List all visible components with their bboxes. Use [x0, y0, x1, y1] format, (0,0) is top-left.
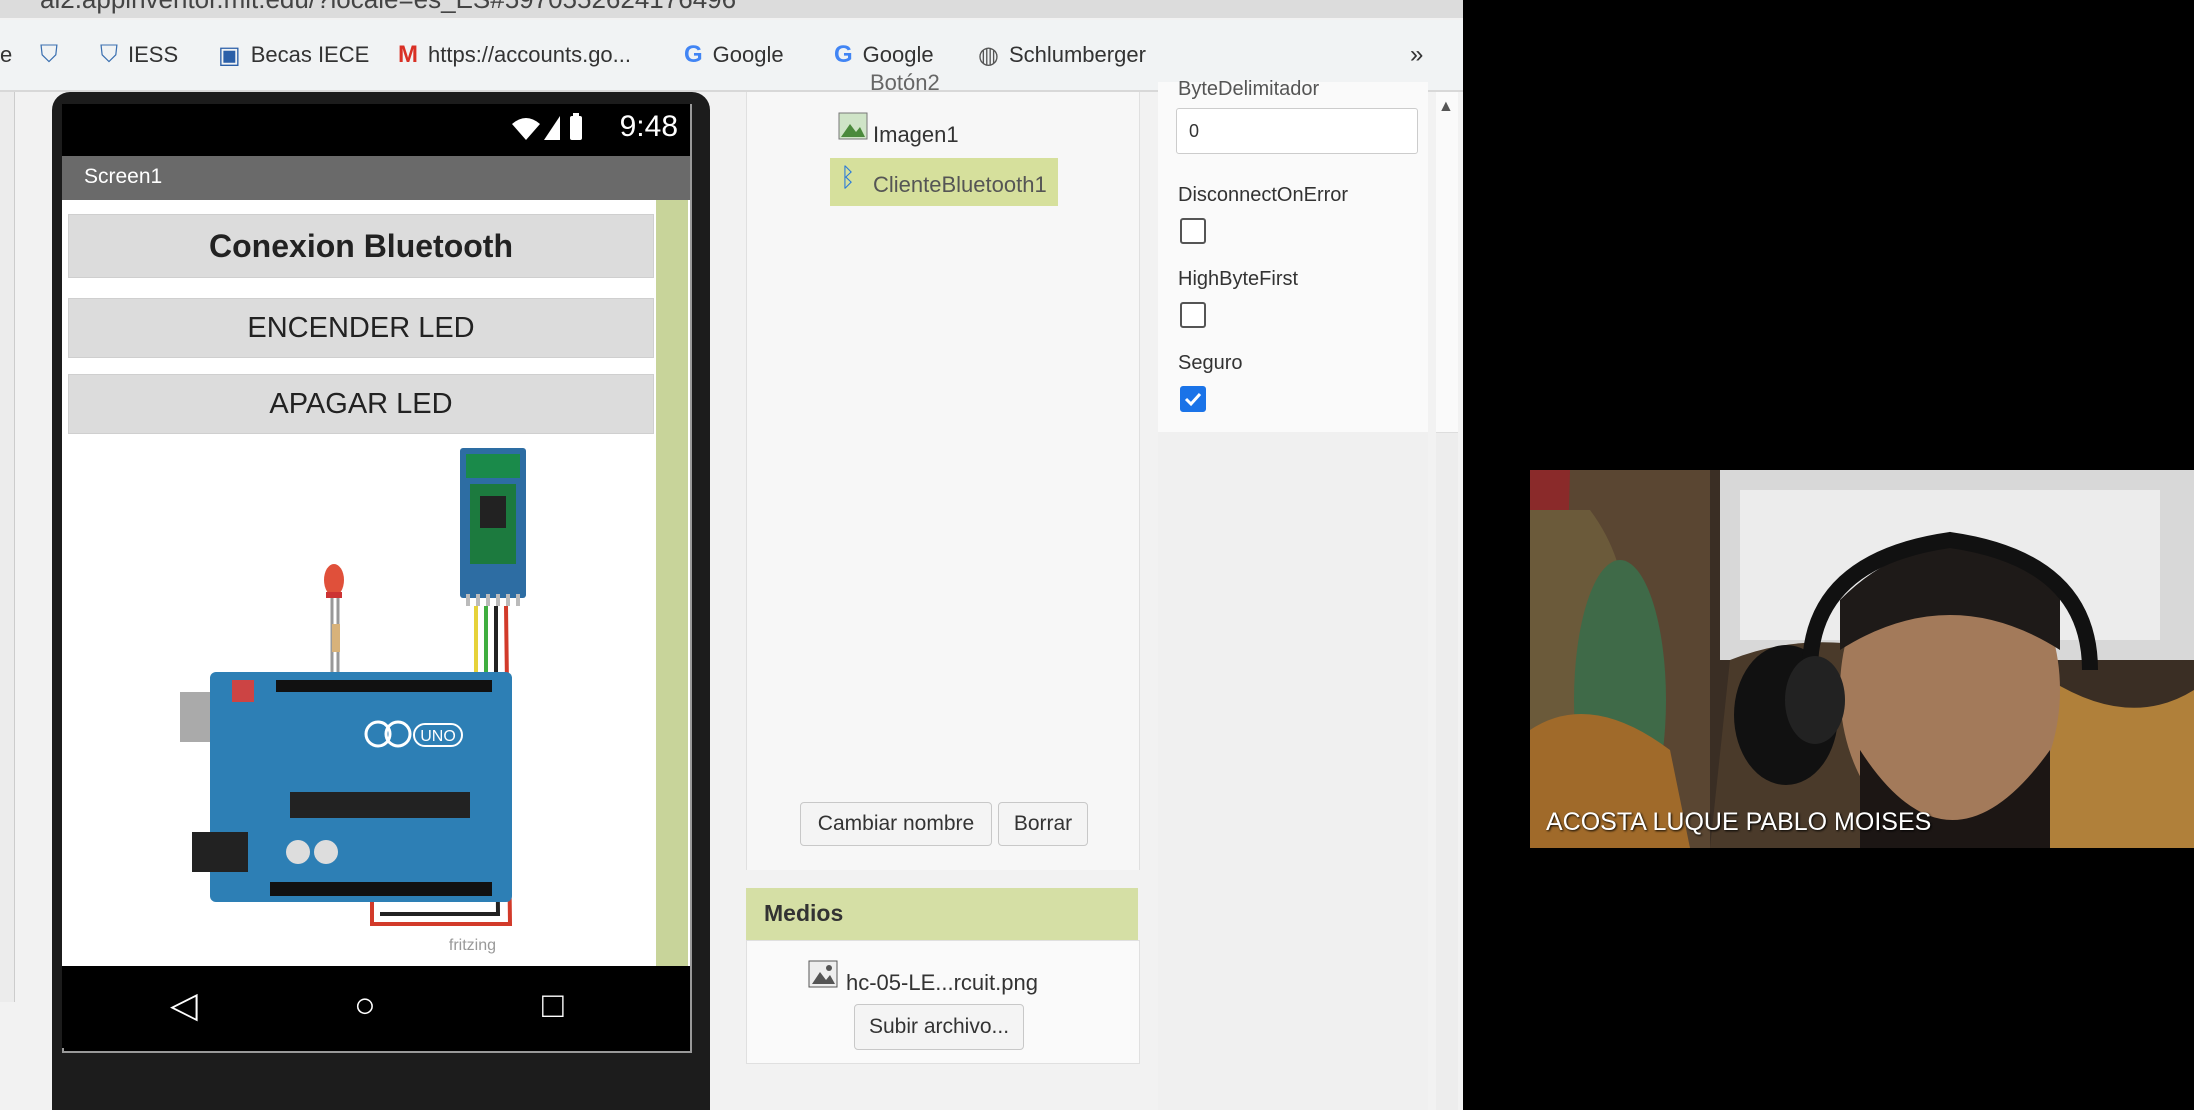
bookmark-icon: ⛉	[100, 41, 118, 68]
phone-status-bar: 9:48	[62, 104, 690, 156]
delimiter-input[interactable]: 0	[1176, 108, 1418, 154]
prop-label-delimiter: ByteDelimitador	[1178, 78, 1320, 100]
bookmark-item-schlumberger[interactable]: ◍ Schlumberger	[978, 20, 1146, 90]
prop-label-disconnect: DisconnectOnError	[1178, 184, 1349, 206]
image-component-icon	[838, 112, 868, 145]
tree-item-partial[interactable]: Botón2	[870, 70, 940, 96]
palette-edge	[0, 92, 15, 1002]
led-on-button[interactable]: ENCENDER LED	[68, 298, 654, 358]
bluetooth-icon: ᛒ	[840, 162, 856, 192]
home-icon[interactable]: ○	[354, 984, 376, 1026]
delimiter-value: 0	[1189, 121, 1200, 141]
bookmarks-overflow-button[interactable]: »	[1410, 20, 1423, 90]
phone-nav-bar: ◁ ○ □	[62, 966, 690, 1048]
upload-file-button[interactable]: Subir archivo...	[854, 1004, 1024, 1050]
led-off-button[interactable]: APAGAR LED	[68, 374, 654, 434]
address-text[interactable]: ai2.appinventor.mit.edu/?locale=es_ES#59…	[40, 0, 736, 15]
signal-battery-icon	[510, 112, 590, 149]
browser-window: ai2.appinventor.mit.edu/?locale=es_ES#59…	[0, 0, 1463, 1110]
gmail-icon: M	[398, 41, 418, 68]
scrollbar-thumb[interactable]	[1436, 92, 1458, 433]
address-bar[interactable]: ai2.appinventor.mit.edu/?locale=es_ES#59…	[0, 0, 1463, 18]
globe-icon: ◍	[978, 41, 999, 69]
media-header: Medios	[746, 888, 1138, 940]
webcam-video	[1530, 470, 2194, 848]
screen-title: Screen1	[84, 165, 163, 188]
circuit-image[interactable]: UNO fritzing	[180, 444, 540, 958]
media-title: Medios	[764, 900, 844, 926]
components-panel	[746, 92, 1140, 870]
prop-label-seguro: Seguro	[1178, 352, 1243, 374]
prop-label-highbyte: HighByteFirst	[1178, 268, 1299, 290]
title-button[interactable]: Conexion Bluetooth	[68, 214, 654, 278]
scroll-up-icon[interactable]: ▲	[1438, 98, 1454, 116]
delete-button[interactable]: Borrar	[998, 802, 1088, 846]
highbyte-checkbox[interactable]	[1180, 302, 1206, 328]
participant-name: ACOSTA LUQUE PABLO MOISES	[1546, 808, 1932, 836]
bookmark-item-becas[interactable]: ▣ Becas IECE	[218, 20, 369, 90]
bookmark-item-google[interactable]: G Google	[684, 20, 784, 90]
tree-item-clientebluetooth1[interactable]: ClienteBluetooth1	[873, 172, 1047, 198]
file-image-icon	[808, 960, 838, 993]
board-label: UNO	[420, 728, 456, 745]
bookmark-item[interactable]: e	[0, 20, 12, 90]
disconnect-checkbox[interactable]	[1180, 218, 1206, 244]
tree-item-imagen1[interactable]: Imagen1	[873, 122, 959, 148]
bookmark-icon: ⛉	[40, 41, 58, 68]
back-icon[interactable]: ◁	[170, 984, 198, 1026]
check-icon	[1184, 392, 1202, 407]
seguro-checkbox[interactable]	[1180, 386, 1206, 412]
bookmark-item[interactable]: ⛉	[40, 20, 68, 90]
bookmark-item-accounts[interactable]: Mhttps://accounts.go...	[398, 20, 631, 90]
bookmark-item-iess[interactable]: ⛉ IESS	[100, 20, 178, 90]
google-icon: G	[684, 41, 703, 68]
image-caption: fritzing	[449, 937, 496, 954]
google-icon: G	[834, 41, 853, 68]
media-file[interactable]: hc-05-LE...rcuit.png	[846, 970, 1038, 996]
folder-icon: ▣	[218, 41, 241, 69]
recents-icon[interactable]: □	[542, 984, 564, 1026]
viewer-scroll-strip	[656, 200, 688, 966]
screen-title-bar: Screen1	[62, 156, 690, 200]
phone-clock: 9:48	[619, 110, 678, 143]
properties-panel-empty	[1158, 432, 1428, 1110]
rename-button[interactable]: Cambiar nombre	[800, 802, 992, 846]
